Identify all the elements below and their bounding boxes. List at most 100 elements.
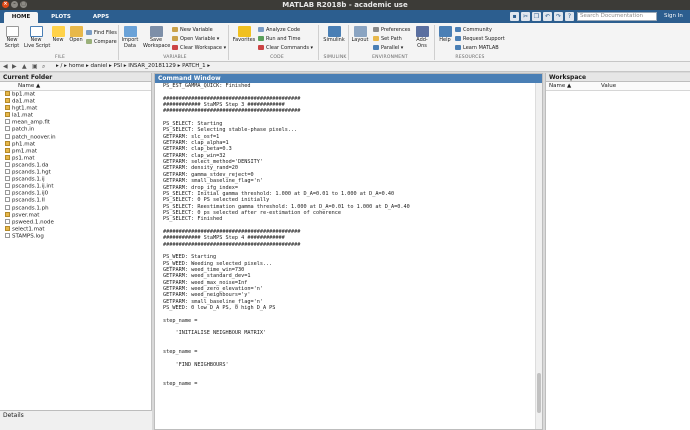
current-folder-title: Current Folder bbox=[0, 73, 151, 82]
mat-file-icon bbox=[5, 225, 10, 231]
tab-plots[interactable]: PLOTS bbox=[44, 12, 78, 23]
search-folder-icon[interactable]: ⌕ bbox=[42, 62, 45, 71]
file-icon bbox=[5, 176, 10, 182]
copy-icon[interactable]: ❐ bbox=[532, 12, 541, 21]
command-window-scrollbar[interactable] bbox=[535, 83, 542, 429]
file-row[interactable]: pscands.1.II bbox=[0, 197, 151, 204]
star-icon bbox=[237, 26, 251, 37]
workspace-value-column[interactable]: Value bbox=[601, 82, 616, 90]
new-live-script-button[interactable]: New Live Script bbox=[24, 26, 50, 49]
file-row[interactable]: pscands.1.hgt bbox=[0, 169, 151, 176]
compare-icon bbox=[86, 39, 92, 44]
new-script-button[interactable]: New Script bbox=[3, 26, 21, 49]
file-row[interactable]: bp1.mat bbox=[0, 91, 151, 98]
file-row[interactable]: da1.mat bbox=[0, 98, 151, 105]
community-link[interactable]: Community bbox=[455, 26, 492, 34]
file-row[interactable]: pscands.1.ij0 bbox=[0, 190, 151, 197]
open-button[interactable]: Open bbox=[68, 26, 84, 44]
preferences-button[interactable]: Preferences bbox=[373, 26, 410, 34]
new-button[interactable]: New bbox=[50, 26, 66, 44]
cut-icon[interactable]: ✂ bbox=[521, 12, 530, 21]
open-variable-button[interactable]: Open Variable ▾ bbox=[172, 35, 219, 43]
minimize-window-button[interactable]: – bbox=[11, 1, 18, 8]
find-files-icon bbox=[86, 30, 92, 35]
gear-icon bbox=[373, 27, 379, 32]
file-row[interactable]: hgt1.mat bbox=[0, 105, 151, 112]
help-icon[interactable]: ? bbox=[565, 12, 574, 21]
file-row[interactable]: pscands.1.ij.int bbox=[0, 183, 151, 190]
compare-button[interactable]: Compare bbox=[86, 38, 117, 46]
parallel-button[interactable]: Parallel ▾ bbox=[373, 44, 403, 52]
file-row[interactable]: la1.mat bbox=[0, 112, 151, 119]
analyze-code-button[interactable]: Analyze Code bbox=[258, 26, 300, 34]
clear-commands-button[interactable]: Clear Commands ▾ bbox=[258, 44, 313, 52]
maximize-window-button[interactable]: □ bbox=[20, 1, 27, 8]
file-name: pscands.1.hgt bbox=[12, 169, 51, 176]
layout-button[interactable]: Layout bbox=[350, 26, 370, 44]
breadcrumb[interactable]: ▸ / ▸ home ▸ daniel ▸ PSI ▸ INSAR_201811… bbox=[56, 62, 210, 71]
file-row[interactable]: ph1.mat bbox=[0, 140, 151, 148]
scrollbar-thumb[interactable] bbox=[537, 373, 541, 413]
file-row[interactable]: mean_amp.flt bbox=[0, 119, 151, 126]
workspace-name-column[interactable]: Name ▲ bbox=[549, 82, 571, 90]
file-icon bbox=[5, 169, 10, 175]
file-row[interactable]: pm1.mat bbox=[0, 147, 151, 155]
new-icon bbox=[51, 26, 65, 37]
close-window-button[interactable]: × bbox=[2, 1, 9, 8]
file-name: pscands.1.ij bbox=[12, 176, 45, 183]
command-window[interactable]: Command Window PS_EST_GAMMA_QUICK: Finis… bbox=[154, 73, 543, 430]
file-row[interactable]: pscands.1.da bbox=[0, 161, 151, 169]
redo-icon[interactable]: ↷ bbox=[554, 12, 563, 21]
browse-folder-icon[interactable]: ▣ bbox=[32, 62, 38, 71]
help-button[interactable]: Help bbox=[438, 26, 452, 44]
file-icon bbox=[5, 204, 10, 210]
group-label-variable: VARIABLE bbox=[163, 55, 187, 60]
file-row[interactable]: pscands.1.ph bbox=[0, 204, 151, 212]
tab-home[interactable]: HOME bbox=[4, 12, 38, 23]
import-data-button[interactable]: Import Data bbox=[120, 26, 140, 49]
learn-matlab-link[interactable]: Learn MATLAB bbox=[455, 44, 499, 52]
details-panel[interactable]: Details bbox=[0, 410, 152, 430]
file-icon bbox=[5, 126, 10, 132]
simulink-button[interactable]: Simulink bbox=[322, 26, 346, 44]
file-icon bbox=[5, 183, 10, 189]
file-row[interactable]: patch_noover.in bbox=[0, 133, 151, 141]
undo-icon[interactable]: ↶ bbox=[543, 12, 552, 21]
file-row[interactable]: STAMPS.log bbox=[0, 232, 151, 240]
file-row[interactable]: pscands.1.ij bbox=[0, 176, 151, 183]
run-and-time-button[interactable]: Run and Time bbox=[258, 35, 300, 43]
file-row[interactable]: patch.in bbox=[0, 126, 151, 133]
file-row[interactable]: select1.mat bbox=[0, 225, 151, 233]
tab-apps[interactable]: APPS bbox=[84, 12, 118, 23]
favorites-button[interactable]: Favorites bbox=[231, 26, 257, 44]
set-path-button[interactable]: Set Path bbox=[373, 35, 402, 43]
up-folder-icon[interactable]: ▲ bbox=[22, 62, 27, 71]
request-support-link[interactable]: Request Support bbox=[455, 35, 505, 43]
current-folder-panel: Current Folder Name ▲ bp1.mat da1.mat hgt1… bbox=[0, 73, 152, 410]
add-ons-button[interactable]: Add-Ons bbox=[412, 26, 432, 49]
save-icon[interactable]: ▪ bbox=[510, 12, 519, 21]
group-label-simulink: SIMULINK bbox=[323, 55, 347, 60]
sign-in-link[interactable]: Sign In bbox=[664, 12, 683, 21]
toolstrip-tabs: HOME PLOTS APPS ▪ ✂ ❐ ↶ ↷ ? Search Docum… bbox=[0, 10, 690, 23]
new-variable-button[interactable]: New Variable bbox=[172, 26, 213, 34]
mat-file-icon bbox=[5, 140, 10, 146]
workspace-panel: Workspace Name ▲ Value bbox=[545, 73, 690, 430]
file-row[interactable]: psver.mat bbox=[0, 211, 151, 219]
name-column-header[interactable]: Name ▲ bbox=[0, 82, 151, 91]
command-output[interactable]: PS_EST_GAMMA_QUICK: Finished ###########… bbox=[163, 83, 535, 429]
group-label-resources: RESOURCES bbox=[455, 55, 485, 60]
save-workspace-button[interactable]: Save Workspace bbox=[143, 26, 170, 49]
forward-icon[interactable]: ▶ bbox=[12, 62, 17, 71]
file-row[interactable]: ps1.mat bbox=[0, 154, 151, 162]
search-documentation-input[interactable]: Search Documentation bbox=[577, 12, 657, 21]
run-and-time-icon bbox=[258, 36, 264, 41]
find-files-button[interactable]: Find Files bbox=[86, 29, 117, 37]
file-name: ph1.mat bbox=[12, 141, 36, 148]
file-icon bbox=[5, 119, 10, 125]
window-controls: × – □ bbox=[2, 1, 27, 8]
back-icon[interactable]: ◀ bbox=[3, 62, 8, 71]
file-row[interactable]: psweed.1.node bbox=[0, 218, 151, 226]
clear-workspace-button[interactable]: Clear Workspace ▾ bbox=[172, 44, 226, 52]
layout-icon bbox=[353, 26, 367, 37]
